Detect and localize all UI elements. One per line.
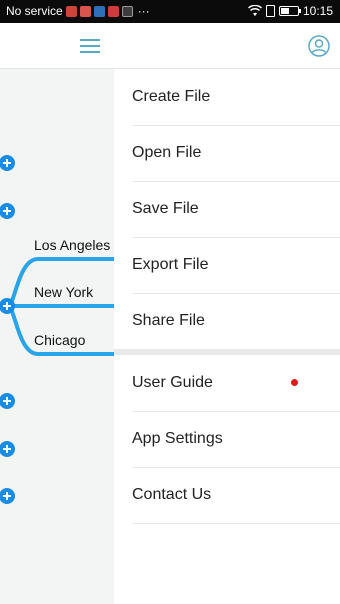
hamburger-menu-icon[interactable]	[80, 39, 100, 53]
menu-item-label: Share File	[132, 312, 205, 329]
menu-item-label: Save File	[132, 200, 199, 217]
notification-app-icon	[65, 5, 77, 17]
notification-dot	[291, 379, 298, 386]
more-notifications-icon: ···	[137, 4, 150, 18]
menu-item-label: Open File	[132, 144, 202, 161]
status-bar: No service ··· 10:15	[0, 0, 340, 23]
account-icon[interactable]	[308, 35, 330, 57]
save-file-item[interactable]: Save File	[114, 181, 340, 238]
contact-us-item[interactable]: Contact Us	[114, 467, 340, 524]
node-label[interactable]: Los Angeles	[34, 237, 110, 253]
divider	[132, 523, 340, 524]
menu-item-label: User Guide	[132, 374, 213, 391]
node-label[interactable]: Chicago	[34, 332, 85, 348]
app-settings-item[interactable]: App Settings	[114, 411, 340, 468]
export-file-item[interactable]: Export File	[114, 237, 340, 294]
battery-icon	[278, 6, 301, 16]
open-file-item[interactable]: Open File	[114, 125, 340, 182]
app-header	[0, 23, 340, 69]
menu-item-label: Contact Us	[132, 486, 212, 503]
sim-icon	[265, 5, 275, 17]
notification-app-icon	[79, 5, 91, 17]
notification-app-icon	[93, 5, 105, 17]
create-file-item[interactable]: Create File	[114, 69, 340, 126]
carrier-text: No service	[6, 4, 63, 18]
user-guide-item[interactable]: User Guide	[114, 355, 340, 412]
share-file-item[interactable]: Share File	[114, 293, 340, 349]
notification-app-icon	[107, 5, 119, 17]
node-label[interactable]: New York	[34, 284, 93, 300]
clock: 10:15	[302, 4, 333, 18]
wifi-icon	[247, 5, 262, 16]
menu-item-label: Create File	[132, 88, 211, 105]
menu-item-label: App Settings	[132, 430, 223, 447]
wechat-icon	[121, 5, 133, 17]
side-drawer: Create File Open File Save File Export F…	[114, 69, 340, 604]
menu-item-label: Export File	[132, 256, 209, 273]
